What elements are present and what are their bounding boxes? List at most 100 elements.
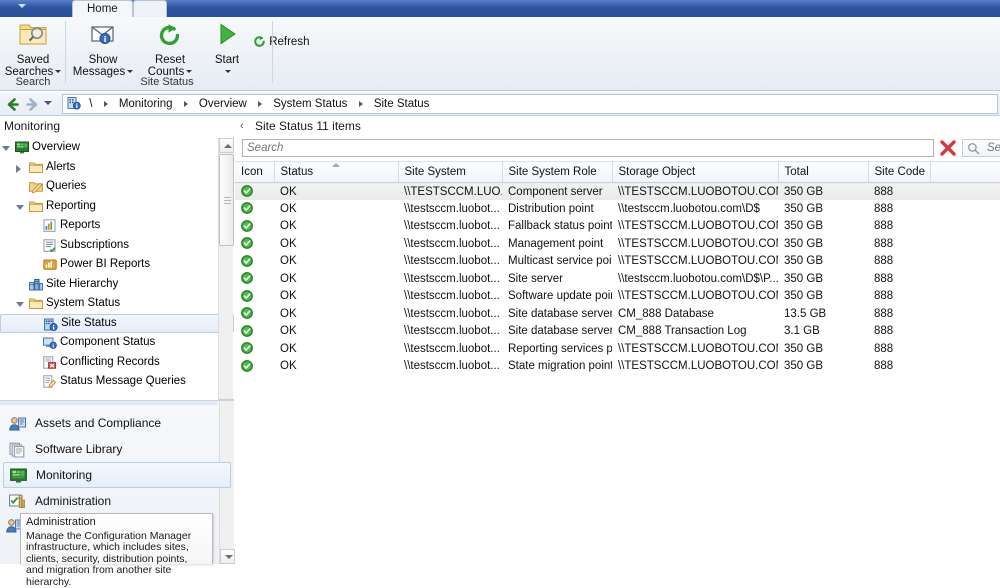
tree-item-reports[interactable]: Reports	[0, 216, 234, 236]
back-arrow-icon[interactable]	[4, 96, 21, 113]
tree-item-label: Subscriptions	[60, 236, 129, 256]
workspace-button-software-library[interactable]: Software Library	[3, 436, 231, 462]
column-header-status[interactable]: Status	[274, 162, 398, 183]
list-header-label: Site Status 11 items	[255, 119, 361, 133]
tab-home[interactable]: Home	[72, 0, 133, 17]
cell-site-code: 888	[868, 183, 930, 201]
breadcrumb-item-1[interactable]: Monitoring	[116, 95, 176, 113]
tree-item-system-status[interactable]: System Status	[0, 294, 234, 314]
secondary-search-box[interactable]	[962, 139, 1000, 157]
reset-counts-button[interactable]: Reset Counts	[139, 21, 201, 79]
tree-item-label: Site Status	[61, 315, 117, 333]
breadcrumb-item-2[interactable]: Overview	[196, 95, 250, 113]
expand-twisty-open-icon[interactable]	[2, 146, 10, 151]
breadcrumb-item-3[interactable]: System Status	[270, 95, 350, 113]
tree-item-site-status[interactable]: Site Status	[0, 314, 234, 334]
tree-item-component-status[interactable]: Component Status	[0, 333, 234, 353]
table-row[interactable]: OK\\testsccm.luobot...Site database serv…	[235, 323, 1000, 341]
show-messages-button[interactable]: Show Messages	[67, 21, 139, 79]
tree-item-site-hierarchy[interactable]: Site Hierarchy	[0, 275, 234, 295]
table-row[interactable]: OK\\testsccm.luobot...Site server\\tests…	[235, 270, 1000, 288]
cell-site-system: \\testsccm.luobot...	[398, 340, 502, 358]
table-row[interactable]: OK\\testsccm.luobot...Fallback status po…	[235, 218, 1000, 236]
reset-counts-dropdown-icon[interactable]	[186, 70, 192, 73]
cell-site-code: 888	[868, 253, 930, 271]
column-header-blank[interactable]	[930, 162, 1000, 183]
red-x-clear-icon[interactable]	[938, 138, 958, 158]
expand-twisty-open-icon[interactable]	[16, 205, 24, 210]
column-header-label: Site Code	[875, 166, 926, 178]
forward-arrow-icon[interactable]	[24, 96, 41, 113]
breadcrumb-separator-icon	[184, 101, 188, 107]
show-messages-dropdown-icon[interactable]	[127, 70, 133, 73]
table-row[interactable]: OK\\testsccm.luobot...Software update po…	[235, 288, 1000, 306]
collapse-left-chevron-icon[interactable]: ‹	[240, 120, 244, 132]
saved-searches-button[interactable]: Saved Searches	[0, 21, 66, 79]
tree-item-status-message-queries[interactable]: Status Message Queries	[0, 372, 234, 392]
site-status-grid[interactable]: IconStatusSite SystemSite System RoleSto…	[235, 161, 1000, 564]
table-row[interactable]: OK\\testsccm.luobot...Distribution point…	[235, 200, 1000, 218]
breadcrumb-item-0[interactable]: \	[86, 95, 95, 113]
cell-storage: CM_888 Transaction Log	[612, 323, 778, 341]
tab-placeholder[interactable]	[133, 0, 167, 17]
workspace-button-administration[interactable]: Administration	[3, 488, 231, 514]
cell-role: Reporting services poi...	[502, 340, 612, 358]
tree-item-overview[interactable]: Overview	[0, 138, 234, 158]
breadcrumb-item-4[interactable]: Site Status	[371, 95, 433, 113]
cell-role: Distribution point	[502, 200, 612, 218]
table-row[interactable]: OK\\testsccm.luobot...Management point\\…	[235, 235, 1000, 253]
table-row[interactable]: OK\\testsccm.luobot...Multicast service …	[235, 253, 1000, 271]
nav-pane-splitter[interactable]	[0, 401, 218, 405]
nav-scroll-down-button[interactable]	[220, 549, 235, 564]
software-library-icon	[9, 441, 26, 457]
cell-total: 350 GB	[778, 200, 868, 218]
table-row[interactable]: OK\\testsccm.luobot...Reporting services…	[235, 340, 1000, 358]
tree-item-power-bi-reports[interactable]: Power BI Reports	[0, 255, 234, 275]
workspace-button-monitoring[interactable]: Monitoring	[3, 462, 231, 488]
column-header-icon[interactable]: Icon	[235, 162, 274, 183]
search-input[interactable]	[242, 139, 934, 157]
table-row[interactable]: OK\\TESTSCCM.LUO...Component server\\TES…	[235, 183, 1000, 201]
workspace-button-assets-and-compliance[interactable]: Assets and Compliance	[3, 410, 231, 436]
table-row[interactable]: OK\\testsccm.luobot...Site database serv…	[235, 305, 1000, 323]
refresh-button[interactable]: Refresh	[253, 35, 325, 52]
cell-spacer	[930, 323, 1000, 341]
status-ok-green-check-icon	[235, 253, 274, 271]
tree-scrollbar[interactable]	[218, 138, 233, 414]
cell-role: Management point	[502, 235, 612, 253]
cell-spacer	[930, 235, 1000, 253]
expand-twisty-closed-icon[interactable]	[16, 165, 21, 173]
start-button[interactable]: Start	[203, 21, 251, 79]
secondary-search-input[interactable]	[985, 141, 1000, 155]
table-row[interactable]: OK\\testsccm.luobot...State migration po…	[235, 358, 1000, 376]
tree-item-alerts[interactable]: Alerts	[0, 158, 234, 178]
tree-item-queries[interactable]: Queries	[0, 177, 234, 197]
cell-role: Site database server	[502, 305, 612, 323]
tree-item-conflicting-records[interactable]: Conflicting Records	[0, 353, 234, 373]
cell-status: OK	[274, 323, 398, 341]
tooltip-title: Administration	[26, 517, 207, 529]
quick-access-dropdown-icon[interactable]	[18, 4, 26, 8]
history-dropdown-icon[interactable]	[44, 101, 52, 105]
column-header-total[interactable]: Total	[778, 162, 868, 183]
column-header-site-system-role[interactable]: Site System Role	[502, 162, 612, 183]
tree-scroll-thumb[interactable]	[219, 154, 234, 246]
column-header-site-code[interactable]: Site Code	[868, 162, 930, 183]
cell-status: OK	[274, 218, 398, 236]
breadcrumb[interactable]: \ Monitoring Overview System Status Site…	[62, 94, 998, 114]
tree-item-reporting[interactable]: Reporting	[0, 197, 234, 217]
cell-site-system: \\testsccm.luobot...	[398, 288, 502, 306]
column-header-storage-object[interactable]: Storage Object	[612, 162, 778, 183]
tooltip-body: Manage the Configuration Manager infrast…	[26, 531, 207, 588]
start-dropdown-icon[interactable]	[225, 70, 231, 73]
tree-scroll-up-button[interactable]	[219, 138, 234, 153]
status-ok-green-check-icon	[235, 340, 274, 358]
tree-item-subscriptions[interactable]: Subscriptions	[0, 236, 234, 256]
cell-role: Site database server	[502, 323, 612, 341]
cell-status: OK	[274, 358, 398, 376]
saved-searches-dropdown-icon[interactable]	[55, 70, 61, 73]
tree-item-label: Power BI Reports	[60, 255, 150, 275]
cell-storage: \\TESTSCCM.LUOBOTOU.COM...	[612, 183, 778, 201]
expand-twisty-open-icon[interactable]	[16, 302, 24, 307]
column-header-site-system[interactable]: Site System	[398, 162, 502, 183]
